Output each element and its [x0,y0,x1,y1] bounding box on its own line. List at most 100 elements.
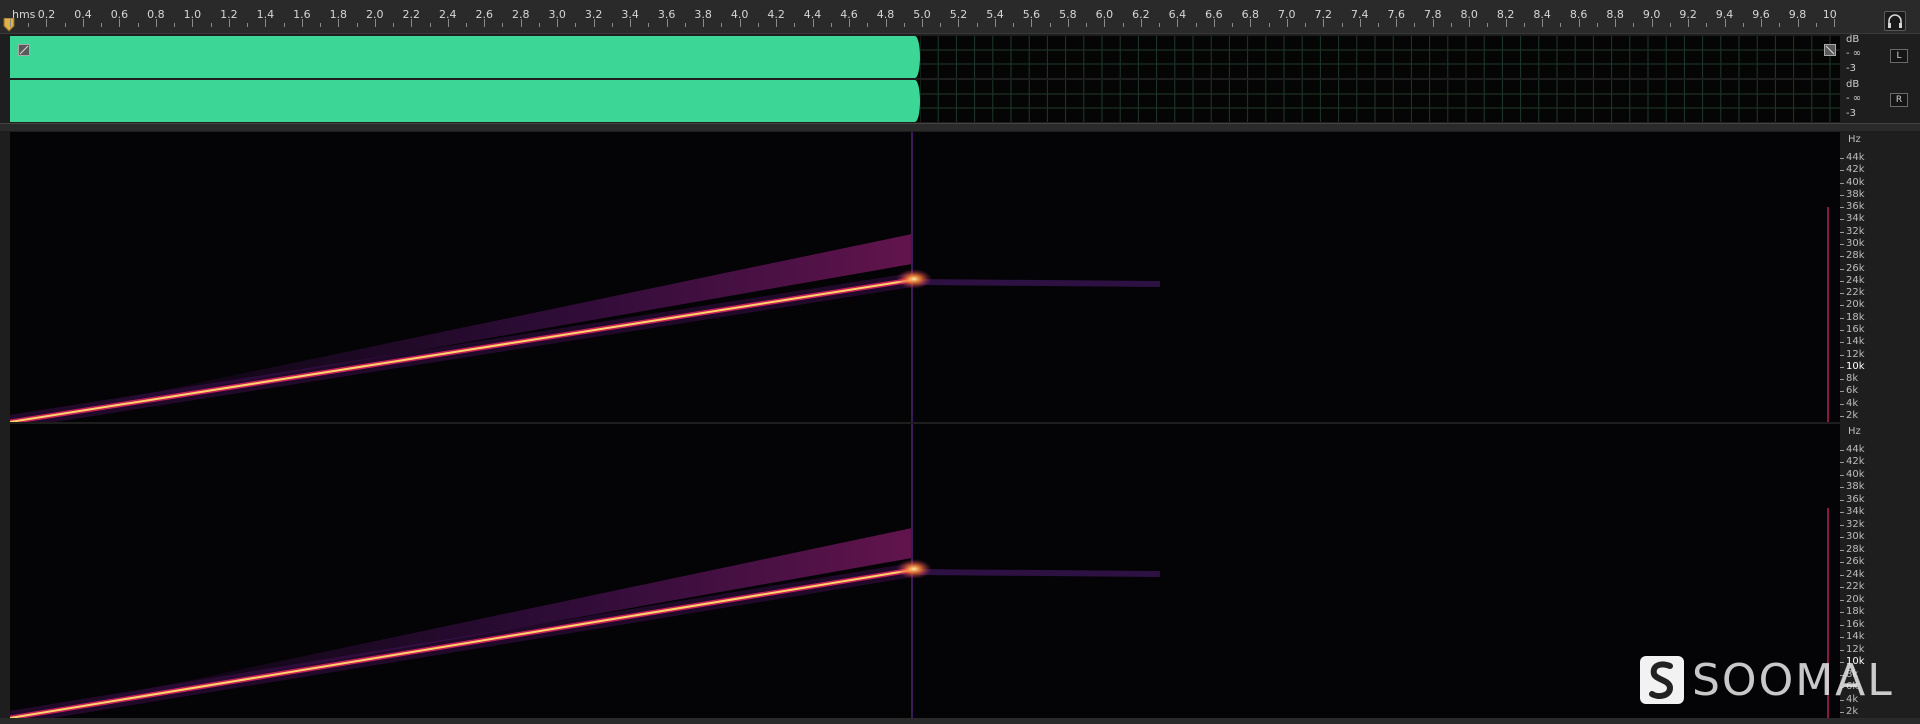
ruler-label: 7.8 [1423,8,1442,21]
ruler-tick [1122,23,1124,27]
fade-in-handle-icon[interactable] [18,44,30,56]
ruler-tick [757,23,759,27]
frequency-label: 40k [1846,176,1865,188]
ruler-tick [1159,23,1161,27]
frequency-tick [1840,574,1844,576]
frequency-tick [1840,537,1844,539]
frequency-label: 44k [1846,444,1865,455]
ruler-tick [1596,23,1598,27]
ruler-tick [174,23,176,27]
frequency-tick [1840,330,1844,331]
ruler-label: 6.0 [1095,8,1114,21]
ruler-label: 9.6 [1752,8,1770,21]
ruler-label: 7.6 [1387,8,1405,21]
frequency-tick [1840,379,1844,381]
ruler-label: 3.0 [548,8,566,21]
ruler-label: 5.0 [913,8,931,21]
channel-left-button[interactable]: L [1890,49,1908,63]
headphones-icon [1888,14,1902,28]
frequency-label: 14k [1846,631,1865,643]
headphones-button[interactable] [1884,11,1906,31]
spectrogram-left[interactable] [10,132,1840,422]
ruler-tick [101,23,103,27]
watermark-brand: SOOMAL [1692,654,1894,706]
db-value: - ∞ [1846,48,1862,59]
ruler-tick [356,23,358,27]
frequency-tick [1840,450,1844,451]
frequency-tick [1840,219,1844,221]
ruler-tick [867,23,869,27]
ruler-tick [1013,23,1015,27]
frequency-label: 34k [1846,213,1865,225]
ruler-tick [940,23,942,27]
time-ruler[interactable]: hms 0.2 0.4 0.6 0.8 1.0 1.2 1.4 1.6 1.8 2.0 2.2 2.4… [0,0,1920,34]
ruler-label: 8.8 [1606,8,1624,21]
db-value: -3 [1846,63,1856,74]
frequency-tick [1840,256,1844,258]
ruler-label: 8.2 [1496,8,1515,21]
ruler-label: 7.0 [1278,8,1296,21]
ruler-tick [1450,23,1452,27]
frequency-tick [1840,587,1844,589]
db-unit-label: dB [1846,79,1860,90]
ruler-tick [502,23,504,27]
frequency-label: 38k [1846,188,1865,200]
channel-right-button[interactable]: R [1890,93,1908,107]
ruler-label: 0.6 [110,8,129,21]
playhead-marker-icon[interactable] [3,18,15,32]
frequency-label: 24k [1846,568,1865,580]
db-value: - ∞ [1846,93,1862,104]
ruler-label: 4.4 [803,8,822,21]
frequency-tick [1840,182,1844,184]
frequency-tick [1840,712,1844,713]
waveform-right-grid [920,80,1840,122]
frequency-label: 26k [1846,556,1865,568]
ruler-tick [648,23,650,27]
frequency-label: 20k [1846,299,1865,311]
frequency-tick [1840,207,1844,209]
ruler-label: 3.8 [694,8,712,21]
ruler-tick [1815,23,1817,27]
ruler-tick [10,19,11,27]
ruler-label: 2.6 [475,8,493,21]
ruler-label: 5.4 [986,8,1004,21]
waveform-channel-right[interactable] [10,80,1840,122]
ruler-label: 8.0 [1460,8,1478,21]
ruler-tick [903,23,905,27]
ruler-label: 1.8 [329,8,348,21]
fade-out-handle-icon[interactable] [1824,44,1836,56]
frequency-label: 28k [1846,250,1865,262]
ruler-tick [575,23,577,27]
ruler-label: 9.8 [1788,8,1807,21]
ruler-label: 8.6 [1569,8,1588,21]
ruler-tick [283,23,285,27]
frequency-tick [1840,599,1844,601]
frequency-tick [1840,649,1844,651]
frequency-tick [1840,366,1844,368]
ruler-label: 9.2 [1679,8,1697,21]
frequency-tick [1840,562,1844,564]
ruler-tick [1086,23,1088,27]
ruler-tick [794,23,796,27]
ruler-label: 2.2 [402,8,421,21]
ruler-label: 3.4 [621,8,639,21]
ruler-label: 2.8 [511,8,530,21]
frequency-label: 18k [1846,606,1865,618]
frequency-label: 38k [1846,481,1865,493]
ruler-label: 9.4 [1715,8,1734,21]
spectrogram-right[interactable] [10,424,1840,718]
ruler-tick [1305,23,1307,27]
frequency-label: 30k [1846,238,1865,249]
waveform-channel-left[interactable] [10,36,1840,78]
ruler-tick [210,23,212,27]
panel-divider-handle[interactable] [0,123,1920,131]
frequency-label: 22k [1846,581,1865,593]
frequency-label: 16k [1846,618,1865,630]
ruler-tick [429,23,431,27]
frequency-label: 6k [1846,385,1859,397]
frequency-label: 18k [1846,311,1865,323]
ruler-label: 5.8 [1059,8,1077,21]
frequency-label: 20k [1846,593,1865,605]
ruler-tick [1049,23,1051,27]
ruler-tick [1195,23,1197,27]
